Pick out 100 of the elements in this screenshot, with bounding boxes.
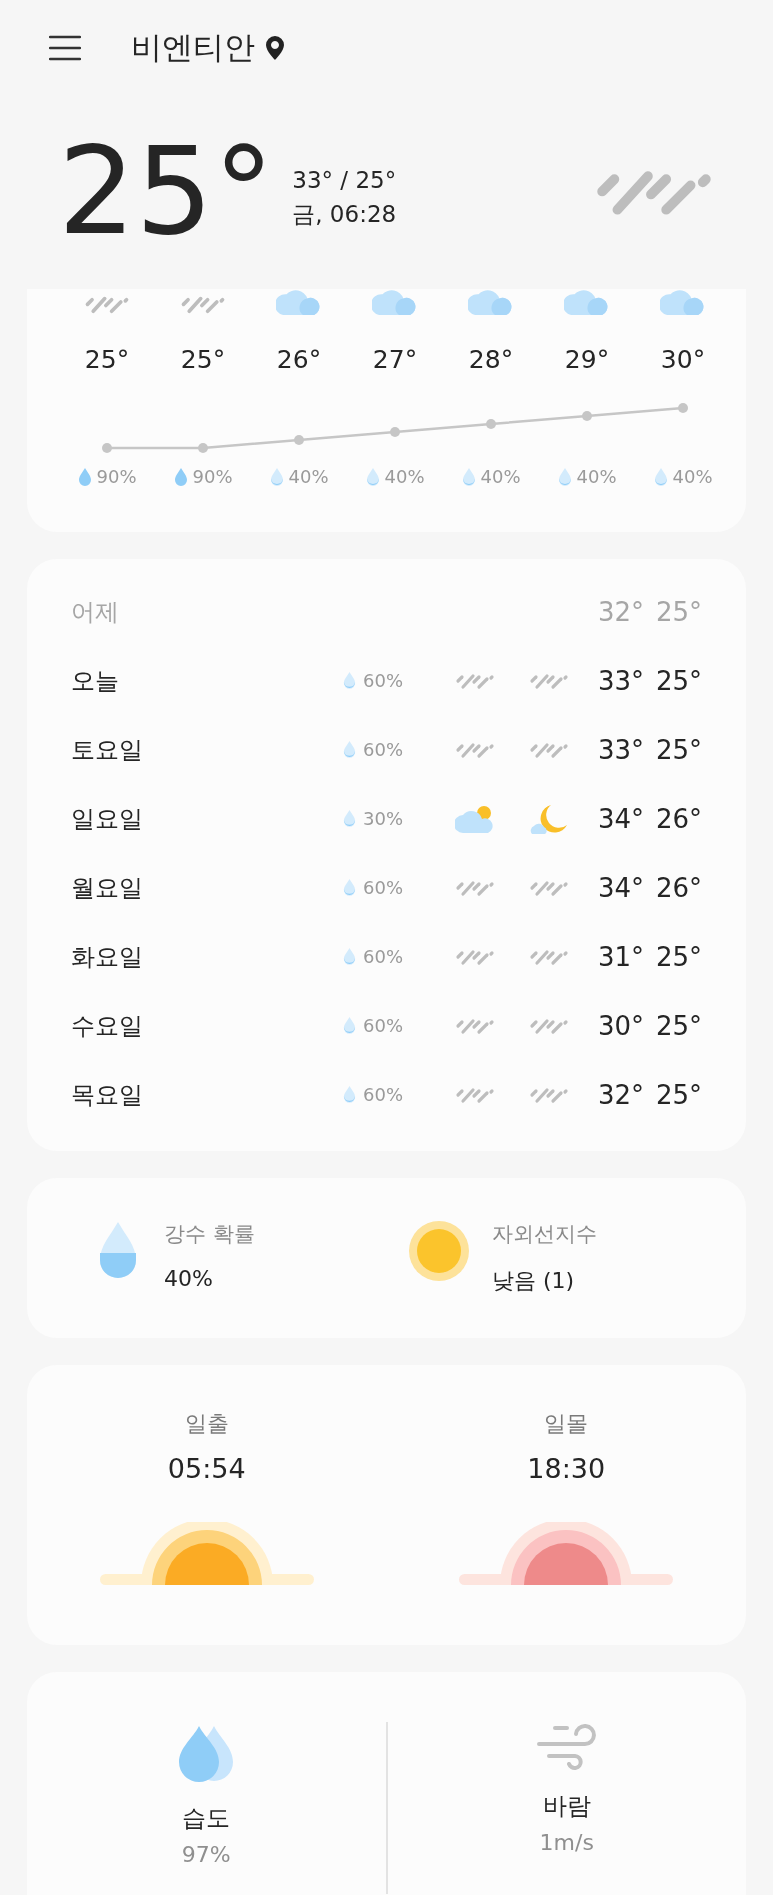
detail-label: 습도	[182, 1803, 231, 1834]
precipitation-chance: 40%	[672, 466, 713, 487]
precipitation-chance: 40%	[480, 466, 521, 487]
day-label: 화요일	[71, 941, 143, 973]
rain-icon	[455, 1085, 495, 1104]
cloud-icon	[276, 289, 322, 315]
sun-event-label: 일출	[184, 1410, 229, 1438]
rain-icon	[529, 1085, 569, 1104]
location-title: 비엔티안	[131, 28, 255, 67]
detail-value: 97%	[181, 1842, 231, 1867]
low-temperature: 25°	[654, 665, 702, 696]
precipitation-chance: 60%	[363, 877, 403, 898]
raindrop-icon	[653, 466, 670, 487]
hourly-temperature: 27°	[372, 345, 418, 374]
day-label: 월요일	[71, 872, 143, 904]
raindrop-icon	[173, 466, 190, 487]
wind-icon	[536, 1722, 597, 1770]
raindrop-icon	[461, 466, 478, 487]
rain-icon	[529, 740, 569, 759]
summary-label: 자외선지수	[492, 1221, 597, 1248]
low-temperature: 25°	[654, 1079, 702, 1110]
cloud-icon	[564, 289, 610, 315]
precipitation-chance: 40%	[384, 466, 425, 487]
rain-icon	[529, 671, 569, 690]
day-label: 토요일	[71, 734, 143, 766]
detail-value: 1m/s	[539, 1830, 594, 1855]
sun-event-time: 18:30	[527, 1453, 606, 1484]
day-label: 어제	[71, 596, 119, 628]
cloud-icon	[468, 289, 514, 315]
high-temperature: 34°	[596, 803, 644, 834]
precipitation-chance: 90%	[192, 466, 233, 487]
day-label: 목요일	[71, 1079, 143, 1111]
raindrop-icon	[342, 809, 357, 828]
hourly-temperature: 28°	[468, 345, 514, 374]
summary-value: 낮음 (1)	[492, 1267, 576, 1295]
raindrop-icon	[557, 466, 574, 487]
rain-icon	[529, 878, 569, 897]
hourly-temperature: 25°	[180, 345, 226, 374]
precipitation-chance: 60%	[363, 1084, 403, 1105]
raindrop-icon	[342, 671, 357, 690]
raindrop-icon	[269, 466, 286, 487]
cloud-icon	[660, 289, 706, 315]
precipitation-chance: 60%	[363, 946, 403, 967]
low-temperature: 25°	[654, 596, 702, 627]
rain-icon	[455, 1016, 495, 1035]
rain-icon	[455, 671, 495, 690]
detail-label: 바람	[542, 1791, 591, 1822]
hourly-temperature: 25°	[84, 345, 130, 374]
precipitation-chance: 60%	[363, 1015, 403, 1036]
rain-icon	[455, 878, 495, 897]
current-temperature: 25°	[58, 130, 275, 252]
rain-icon	[84, 294, 130, 315]
summary-label: 강수 확률	[164, 1221, 255, 1248]
high-low-temperature: 33° / 25°	[292, 166, 397, 193]
low-temperature: 25°	[654, 734, 702, 765]
high-temperature: 34°	[596, 872, 644, 903]
location-pin-icon[interactable]	[265, 35, 285, 61]
day-label: 수요일	[71, 1010, 143, 1042]
menu-icon[interactable]	[49, 35, 81, 61]
raindrop-icon	[365, 466, 382, 487]
sunset-icon	[459, 1522, 674, 1586]
sun-icon	[408, 1220, 470, 1282]
day-label: 오늘	[71, 665, 119, 697]
cloud-icon	[372, 289, 418, 315]
sun-event-label: 일몰	[544, 1410, 589, 1438]
hourly-temperature: 30°	[660, 345, 706, 374]
rain-icon	[180, 294, 226, 315]
precipitation-chance: 60%	[363, 670, 403, 691]
raindrop-icon	[342, 1085, 357, 1104]
day-time: 금, 06:28	[292, 199, 397, 229]
rain-icon	[455, 740, 495, 759]
rain-icon	[529, 947, 569, 966]
precipitation-chance: 40%	[576, 466, 617, 487]
hourly-temperature: 26°	[276, 345, 322, 374]
summary-value: 40%	[164, 1266, 214, 1291]
hourly-temperature: 29°	[564, 345, 610, 374]
low-temperature: 26°	[654, 872, 702, 903]
sunrise-icon	[99, 1522, 314, 1586]
raindrop-icon	[342, 1016, 357, 1035]
precipitation-chance: 90%	[96, 466, 137, 487]
raindrop-icon	[77, 466, 94, 487]
low-temperature: 26°	[654, 803, 702, 834]
precipitation-chance: 40%	[288, 466, 329, 487]
raindrop-icon	[342, 878, 357, 897]
rain-icon	[455, 947, 495, 966]
high-temperature: 32°	[596, 1079, 644, 1110]
raindrop-icon	[342, 740, 357, 759]
raindrop-icon	[342, 947, 357, 966]
precipitation-chance: 30%	[363, 808, 403, 829]
high-temperature: 33°	[596, 734, 644, 765]
high-temperature: 31°	[596, 941, 644, 972]
day-label: 일요일	[71, 803, 143, 835]
low-temperature: 25°	[654, 1010, 702, 1041]
low-temperature: 25°	[654, 941, 702, 972]
rain-icon	[529, 1016, 569, 1035]
high-temperature: 30°	[596, 1010, 644, 1041]
high-temperature: 33°	[596, 665, 644, 696]
sun-event-time: 05:54	[167, 1453, 246, 1484]
high-temperature: 32°	[596, 596, 644, 627]
precipitation-chance: 60%	[363, 739, 403, 760]
